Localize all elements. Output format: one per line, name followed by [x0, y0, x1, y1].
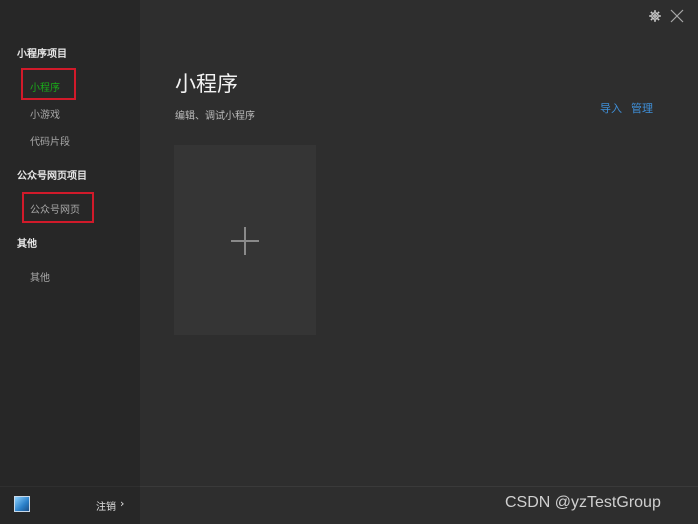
sidebar-item-miniprogram[interactable]: 小程序: [30, 79, 60, 94]
logout-button[interactable]: 注销: [96, 498, 116, 513]
page-subtitle: 编辑、调试小程序: [175, 111, 255, 122]
sidebar-item-official-account-web[interactable]: 公众号网页: [30, 201, 80, 216]
page-title: 小程序: [175, 72, 238, 96]
sidebar-footer-divider: [0, 486, 140, 487]
manage-link[interactable]: 管理: [631, 100, 653, 116]
group-title-official-account-projects: 公众号网页项目: [17, 171, 87, 182]
footer-divider: [140, 486, 698, 487]
import-link[interactable]: 导入: [600, 100, 622, 116]
avatar[interactable]: [14, 496, 30, 512]
sidebar-item-minigame[interactable]: 小游戏: [30, 106, 60, 121]
sidebar-item-code-snippet[interactable]: 代码片段: [30, 133, 70, 148]
close-icon[interactable]: [670, 9, 684, 23]
gear-icon[interactable]: [648, 9, 662, 23]
sidebar: 小程序项目 小程序 小游戏 代码片段 公众号网页项目 公众号网页 其他 其他 注…: [0, 0, 140, 524]
group-title-other: 其他: [17, 239, 37, 250]
watermark: CSDN @yzTestGroup: [505, 494, 661, 511]
plus-icon: [244, 227, 246, 255]
chevron-right-icon[interactable]: ›: [120, 497, 124, 510]
sidebar-item-other[interactable]: 其他: [30, 269, 50, 284]
group-title-miniprogram-projects: 小程序项目: [17, 49, 67, 60]
